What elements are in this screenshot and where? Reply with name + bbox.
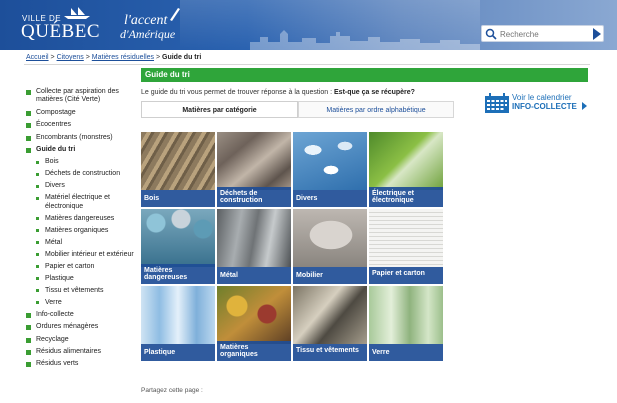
sidebar-item-collecte-aspiration[interactable]: Collecte par aspiration des matières (Ci…: [26, 88, 136, 105]
share-label: Partagez cette page :: [141, 387, 203, 394]
tile-papier-carton[interactable]: Papier et carton: [369, 209, 443, 284]
breadcrumb-citizens[interactable]: Citoyens: [57, 54, 84, 61]
tile-divers[interactable]: Divers: [293, 132, 367, 207]
arrow-right-icon: [582, 102, 587, 110]
sidebar-nav: Collecte par aspiration des matières (Ci…: [26, 88, 136, 373]
sidebar-subitem-dangereuses[interactable]: Matières dangereuses: [26, 215, 136, 223]
sidebar-item-info-collecte[interactable]: Info-collecte: [26, 311, 136, 319]
tile-matieres-dangereuses[interactable]: Matières dangereuses: [141, 209, 215, 284]
electric-plug-image: [369, 132, 443, 190]
sidebar-subitem-tissu[interactable]: Tissu et vêtements: [26, 287, 136, 295]
plastic-bottles-image: [141, 286, 215, 344]
calendar-link-line1[interactable]: Voir le calendrier: [512, 93, 572, 102]
tile-dechets-construction[interactable]: Déchets de construction: [217, 132, 291, 207]
search-input[interactable]: [500, 27, 586, 41]
sidebar-item-ecocentres[interactable]: Écocentres: [26, 121, 136, 129]
tab-by-category[interactable]: Matières par catégorie: [141, 101, 298, 118]
category-grid: Bois Déchets de construction Divers Élec…: [141, 132, 443, 364]
tile-electrique[interactable]: Électrique et électronique: [369, 132, 443, 207]
breadcrumb-separator: >: [154, 54, 163, 61]
divider: [24, 64, 590, 65]
tab-alphabetical[interactable]: Matières par ordre alphabétique: [298, 101, 454, 118]
logo-quebec[interactable]: QUÉBEC: [21, 21, 100, 43]
paper-stack-image: [369, 209, 443, 267]
tile-label: Matières organiques: [217, 340, 291, 361]
sidebar-subitem-organiques[interactable]: Matières organiques: [26, 227, 136, 235]
search-submit-arrow-icon[interactable]: [593, 28, 601, 40]
tile-label: Bois: [141, 190, 215, 207]
tagline-amerique: d'Amérique: [120, 27, 176, 41]
tile-matieres-organiques[interactable]: Matières organiques: [217, 286, 291, 361]
site-header: VILLE DE QUÉBEC l'accent d'Amérique: [0, 0, 617, 50]
sidebar-item-residus-verts[interactable]: Résidus verts: [26, 360, 136, 368]
tile-label: Divers: [293, 190, 367, 207]
pills-image: [293, 132, 367, 190]
sidebar-item-recyclage[interactable]: Recyclage: [26, 336, 136, 344]
share-icons: [141, 397, 221, 403]
sidebar-subitem-papier-carton[interactable]: Papier et carton: [26, 263, 136, 271]
intro-text: Le guide du tri vous permet de trouver r…: [141, 89, 415, 96]
breadcrumb-separator: >: [83, 54, 92, 61]
breadcrumb-home[interactable]: Accueil: [26, 54, 49, 61]
sidebar-item-guide-du-tri[interactable]: Guide du tri: [26, 146, 136, 154]
tile-verre[interactable]: Verre: [369, 286, 443, 361]
breadcrumb-residual[interactable]: Matières résiduelles: [92, 54, 154, 61]
sidebar-subitem-electrique[interactable]: Matériel électrique et électronique: [26, 194, 136, 211]
tile-label: Métal: [217, 267, 291, 284]
tile-label: Verre: [369, 344, 443, 361]
tile-tissu-vetements[interactable]: Tissu et vêtements: [293, 286, 367, 361]
sidebar-subitem-dechets-construction[interactable]: Déchets de construction: [26, 170, 136, 178]
sidebar-item-ordures[interactable]: Ordures ménagères: [26, 323, 136, 331]
logo-ship-icon: [64, 7, 90, 19]
search-icon: [485, 28, 497, 40]
metal-cans-image: [217, 209, 291, 267]
sidebar-subitem-divers[interactable]: Divers: [26, 182, 136, 190]
accent-mark-icon: [170, 8, 180, 21]
tile-bois[interactable]: Bois: [141, 132, 215, 207]
page-title: Guide du tri: [141, 68, 588, 82]
chair-image: [293, 209, 367, 267]
shoes-clothes-image: [293, 286, 367, 344]
sidebar-subitem-mobilier[interactable]: Mobilier intérieur et extérieur: [26, 251, 136, 259]
tile-label: Plastique: [141, 344, 215, 361]
sidebar-item-compostage[interactable]: Compostage: [26, 109, 136, 117]
tile-label: Mobilier: [293, 267, 367, 284]
sidebar-subitem-bois[interactable]: Bois: [26, 158, 136, 166]
intro-text-question: Est-que ça se récupère?: [334, 89, 415, 96]
aerosol-cans-image: [141, 209, 215, 267]
wood-image: [141, 132, 215, 190]
sidebar-subitem-metal[interactable]: Métal: [26, 239, 136, 247]
calendar-link-line2[interactable]: INFO-COLLECTE: [512, 102, 577, 111]
tile-label: Papier et carton: [369, 267, 443, 284]
info-collecte-calendar-link[interactable]: Voir le calendrier INFO-COLLECTE: [485, 90, 590, 114]
glass-jars-image: [369, 286, 443, 344]
tile-label: Électrique et électronique: [369, 186, 443, 207]
tile-label: Déchets de construction: [217, 186, 291, 207]
sidebar-item-encombrants[interactable]: Encombrants (monstres): [26, 134, 136, 142]
tile-label: Matières dangereuses: [141, 263, 215, 284]
tile-metal[interactable]: Métal: [217, 209, 291, 284]
tile-plastique[interactable]: Plastique: [141, 286, 215, 361]
breadcrumb-separator: >: [48, 54, 57, 61]
sidebar-subitem-verre[interactable]: Verre: [26, 299, 136, 307]
breadcrumb-current: Guide du tri: [162, 54, 202, 61]
tile-mobilier[interactable]: Mobilier: [293, 209, 367, 284]
tile-label: Tissu et vêtements: [293, 344, 367, 361]
category-tabs: Matières par catégorie Matières par ordr…: [141, 101, 454, 118]
construction-debris-image: [217, 132, 291, 190]
breadcrumb: Accueil > Citoyens > Matières résiduelle…: [26, 54, 201, 61]
organic-waste-image: [217, 286, 291, 344]
sidebar-item-residus-alimentaires[interactable]: Résidus alimentaires: [26, 348, 136, 356]
sidebar-subitem-plastique[interactable]: Plastique: [26, 275, 136, 283]
intro-text-plain: Le guide du tri vous permet de trouver r…: [141, 89, 335, 96]
search-box: [481, 25, 604, 42]
calendar-icon: [485, 93, 509, 113]
city-skyline-image: [250, 30, 480, 50]
